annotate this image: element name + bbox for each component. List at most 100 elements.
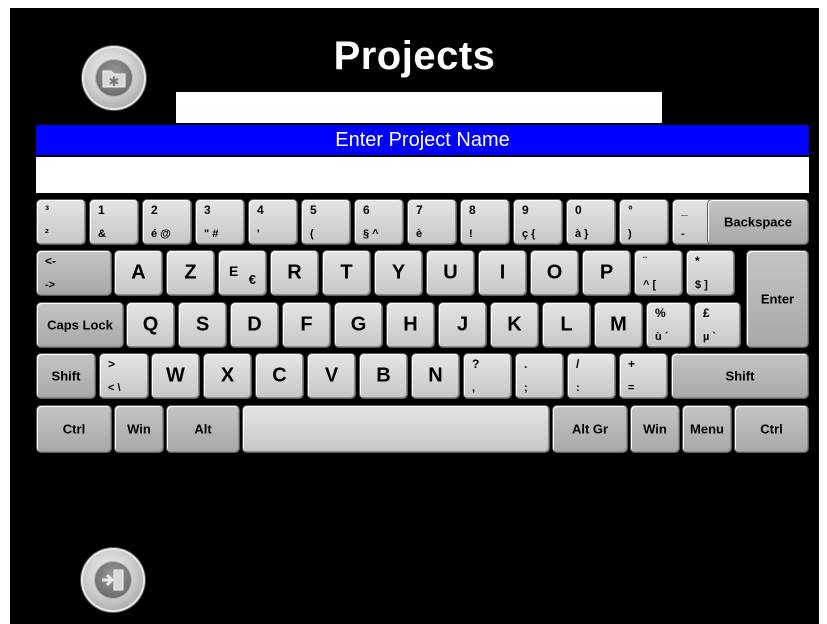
key-row1-11[interactable]: 0 à } (566, 199, 616, 245)
key-letter[interactable]: B (359, 353, 408, 399)
key-letter[interactable]: N (411, 353, 460, 399)
key-upper-label: / (576, 357, 580, 371)
key-menu[interactable]: Menu (682, 405, 732, 453)
key-row1-8[interactable]: 7è (407, 199, 457, 245)
key-label: H (403, 313, 418, 336)
key-label: Win (643, 421, 667, 437)
key-label: T (340, 261, 353, 284)
key-label: M (610, 313, 627, 336)
key-letter[interactable]: C (255, 353, 304, 399)
key-letter[interactable]: L (542, 302, 591, 348)
key-lower-label: -> (45, 279, 56, 291)
key-upper-label: 1 (98, 203, 105, 217)
project-name-input[interactable] (36, 157, 809, 193)
key-letter[interactable]: Q (126, 302, 175, 348)
key-letter[interactable]: S (178, 302, 227, 348)
key-label: Ctrl (760, 421, 783, 437)
key-pound[interactable]: £ µ ` (694, 302, 741, 348)
key-label: F (300, 313, 313, 336)
key-row1-1[interactable]: ³² (36, 199, 86, 245)
key-letter[interactable]: X (203, 353, 252, 399)
key-label: N (428, 364, 443, 387)
key-letter[interactable]: O (530, 250, 579, 296)
key-label: O (546, 261, 563, 284)
key-upper-label: 0 (575, 203, 582, 217)
key-letter[interactable]: P (582, 250, 631, 296)
project-title-field (176, 92, 662, 123)
key-row1-3[interactable]: 2 é @ (142, 199, 192, 245)
key-label: Backspace (724, 214, 792, 230)
key-row1-7[interactable]: 6 § ^ (354, 199, 404, 245)
key-label: Ctrl (62, 421, 86, 437)
key-win-left[interactable]: Win (114, 405, 164, 453)
key-ctrl-right[interactable]: Ctrl (734, 405, 809, 453)
key-backspace[interactable]: Backspace (707, 199, 809, 245)
key-percent[interactable]: % ù ´ (646, 302, 691, 348)
key-upper-label: * (695, 254, 700, 268)
key-letter[interactable]: G (334, 302, 383, 348)
key-letter[interactable]: R (270, 250, 319, 296)
key-punctuation[interactable]: ?, (463, 353, 512, 399)
key-label: Y (391, 261, 406, 284)
key-letter[interactable]: A (114, 250, 163, 296)
key-upper-label: 5 (310, 203, 317, 217)
key-label: Win (127, 421, 151, 437)
key-letter[interactable]: I (478, 250, 527, 296)
key-row1-6[interactable]: 5( (301, 199, 351, 245)
key-letter[interactable]: F (282, 302, 331, 348)
key-e[interactable]: € E (218, 250, 267, 296)
key-letter[interactable]: J (438, 302, 487, 348)
key-label: Alt Gr (571, 421, 609, 437)
key-lower-label: µ ` (703, 331, 717, 343)
key-letter[interactable]: M (594, 302, 643, 348)
key-lower-label: ; (524, 382, 528, 394)
key-letter[interactable]: T (322, 250, 371, 296)
key-circumflex[interactable]: ¨ ^ [ (634, 250, 683, 296)
key-label: I (499, 261, 506, 284)
key-upper-label: 9 (522, 203, 529, 217)
key-caps-lock[interactable]: Caps Lock (36, 302, 124, 348)
key-row1-9[interactable]: 8! (460, 199, 510, 245)
key-letter[interactable]: Y (374, 250, 423, 296)
key-row1-2[interactable]: 1 & (89, 199, 139, 245)
key-label: B (376, 364, 391, 387)
key-dollar[interactable]: * $ ] (686, 250, 735, 296)
key-space[interactable] (242, 405, 550, 453)
key-upper-label: 8 (469, 203, 476, 217)
page-title: Projects (333, 34, 496, 78)
key-letter[interactable]: D (230, 302, 279, 348)
key-letter[interactable]: V (307, 353, 356, 399)
key-label: A (131, 261, 146, 284)
exit-button[interactable] (81, 548, 145, 612)
key-row1-12[interactable]: °) (619, 199, 669, 245)
key-alt[interactable]: Alt (166, 405, 240, 453)
key-label: Enter (760, 291, 795, 307)
key-punctuation[interactable]: + = (619, 353, 668, 399)
key-label: E (229, 263, 239, 279)
key-label: Z (184, 261, 197, 284)
key-row1-10[interactable]: 9 ç { (513, 199, 563, 245)
key-shift-right[interactable]: Shift (671, 353, 809, 399)
key-upper-label: £ (703, 306, 710, 320)
key-win-right[interactable]: Win (630, 405, 680, 453)
key-lower-label: ² (45, 228, 49, 240)
key-lower-label: : (576, 382, 580, 394)
key-letter[interactable]: K (490, 302, 539, 348)
key-letter[interactable]: Z (166, 250, 215, 296)
key-letter[interactable]: U (426, 250, 475, 296)
key-row1-4[interactable]: 3 " # (195, 199, 245, 245)
key-shift-left[interactable]: Shift (36, 353, 96, 399)
key-angle-bracket[interactable]: > < \ (99, 353, 149, 399)
key-row1-5[interactable]: 4 ' (248, 199, 298, 245)
key-ctrl-left[interactable]: Ctrl (36, 405, 112, 453)
key-letter[interactable]: H (386, 302, 435, 348)
key-tab[interactable]: <- -> (36, 250, 112, 296)
key-letter[interactable]: W (151, 353, 200, 399)
key-lower-label: ) (628, 228, 632, 240)
key-punctuation[interactable]: .; (515, 353, 564, 399)
key-punctuation[interactable]: /: (567, 353, 616, 399)
key-label: P (599, 261, 614, 284)
key-enter[interactable]: Enter (746, 250, 809, 348)
key-alt-gr[interactable]: Alt Gr (552, 405, 628, 453)
key-upper-label: . (524, 357, 528, 371)
